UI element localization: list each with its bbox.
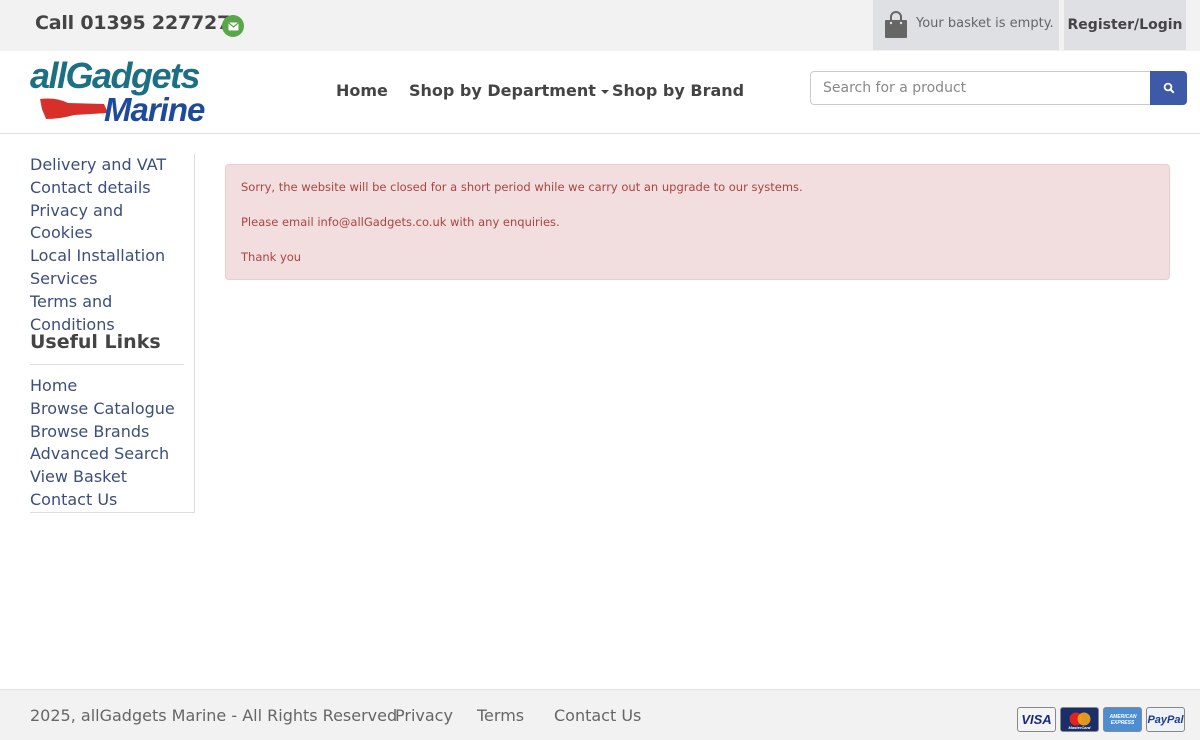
header: allGadgets Marine Home Shop by Departmen… [0, 51, 1200, 134]
search-input[interactable] [810, 71, 1151, 105]
alert-email-message: Please email info@allGadgets.co.uk with … [241, 215, 560, 229]
sidebar-link-browse-brands[interactable]: Browse Brands [30, 421, 190, 444]
sidebar-link-delivery-vat[interactable]: Delivery and VAT [30, 154, 190, 177]
search-button[interactable] [1150, 71, 1187, 105]
site-logo[interactable]: allGadgets Marine [30, 55, 212, 129]
nav-home[interactable]: Home [336, 81, 388, 100]
search-icon [1163, 82, 1175, 94]
sidebar-link-home[interactable]: Home [30, 375, 190, 398]
basket-status: Your basket is empty. [916, 16, 1054, 31]
sidebar-link-terms-conditions[interactable]: Terms and Conditions [30, 291, 190, 337]
nav-shop-by-department-label: Shop by Department [409, 81, 596, 100]
visa-card-icon: VISA [1017, 707, 1056, 732]
sidebar-link-view-basket[interactable]: View Basket [30, 466, 190, 489]
logo-text-marine: Marine [104, 91, 205, 128]
paypal-card-icon: PayPal [1146, 707, 1185, 732]
nav-shop-by-department[interactable]: Shop by Department [409, 81, 609, 100]
footer-link-contact-us[interactable]: Contact Us [554, 706, 641, 725]
sidebar: Delivery and VAT Contact details Privacy… [30, 154, 195, 513]
footer-link-privacy[interactable]: Privacy [395, 706, 453, 725]
top-bar: Call 01395 227727 Your basket is empty. … [0, 0, 1200, 51]
shopping-bag-icon [884, 11, 908, 43]
copyright-text: 2025, allGadgets Marine - All Rights Res… [30, 706, 398, 725]
email-icon[interactable] [222, 15, 244, 37]
closure-alert: Sorry, the website will be closed for a … [225, 164, 1170, 280]
sidebar-link-contact-details[interactable]: Contact details [30, 177, 190, 200]
nav-shop-by-brand[interactable]: Shop by Brand [612, 81, 744, 100]
divider [30, 364, 184, 365]
mastercard-card-label: MasterCard [1068, 725, 1091, 730]
sidebar-link-browse-catalogue[interactable]: Browse Catalogue [30, 398, 190, 421]
alert-message: Sorry, the website will be closed for a … [241, 180, 803, 194]
visa-card-label: VISA [1021, 712, 1052, 727]
footer: 2025, allGadgets Marine - All Rights Res… [0, 689, 1200, 740]
sidebar-link-advanced-search[interactable]: Advanced Search [30, 443, 190, 466]
info-links: Delivery and VAT Contact details Privacy… [30, 154, 190, 336]
sidebar-link-contact-us[interactable]: Contact Us [30, 489, 190, 512]
paypal-card-label: PayPal [1147, 713, 1184, 726]
amex-card-icon: AMERICAN EXPRESS [1103, 707, 1142, 732]
logo-flag-icon [40, 98, 108, 119]
basket-button[interactable]: Your basket is empty. [873, 0, 1059, 50]
caret-down-icon [600, 89, 609, 94]
sidebar-link-local-installation[interactable]: Local Installation Services [30, 245, 190, 291]
amex-card-label: AMERICAN EXPRESS [1109, 713, 1137, 726]
register-login-button[interactable]: Register/Login [1064, 0, 1186, 50]
useful-links: Home Browse Catalogue Browse Brands Adva… [30, 375, 190, 512]
footer-link-terms[interactable]: Terms [477, 706, 524, 725]
alert-signoff: Thank you [241, 250, 302, 264]
sidebar-link-privacy-cookies[interactable]: Privacy and Cookies [30, 200, 190, 246]
useful-links-heading: Useful Links [30, 331, 161, 353]
mastercard-card-icon: MasterCard [1060, 707, 1099, 732]
phone-number[interactable]: Call 01395 227727 [35, 12, 230, 34]
